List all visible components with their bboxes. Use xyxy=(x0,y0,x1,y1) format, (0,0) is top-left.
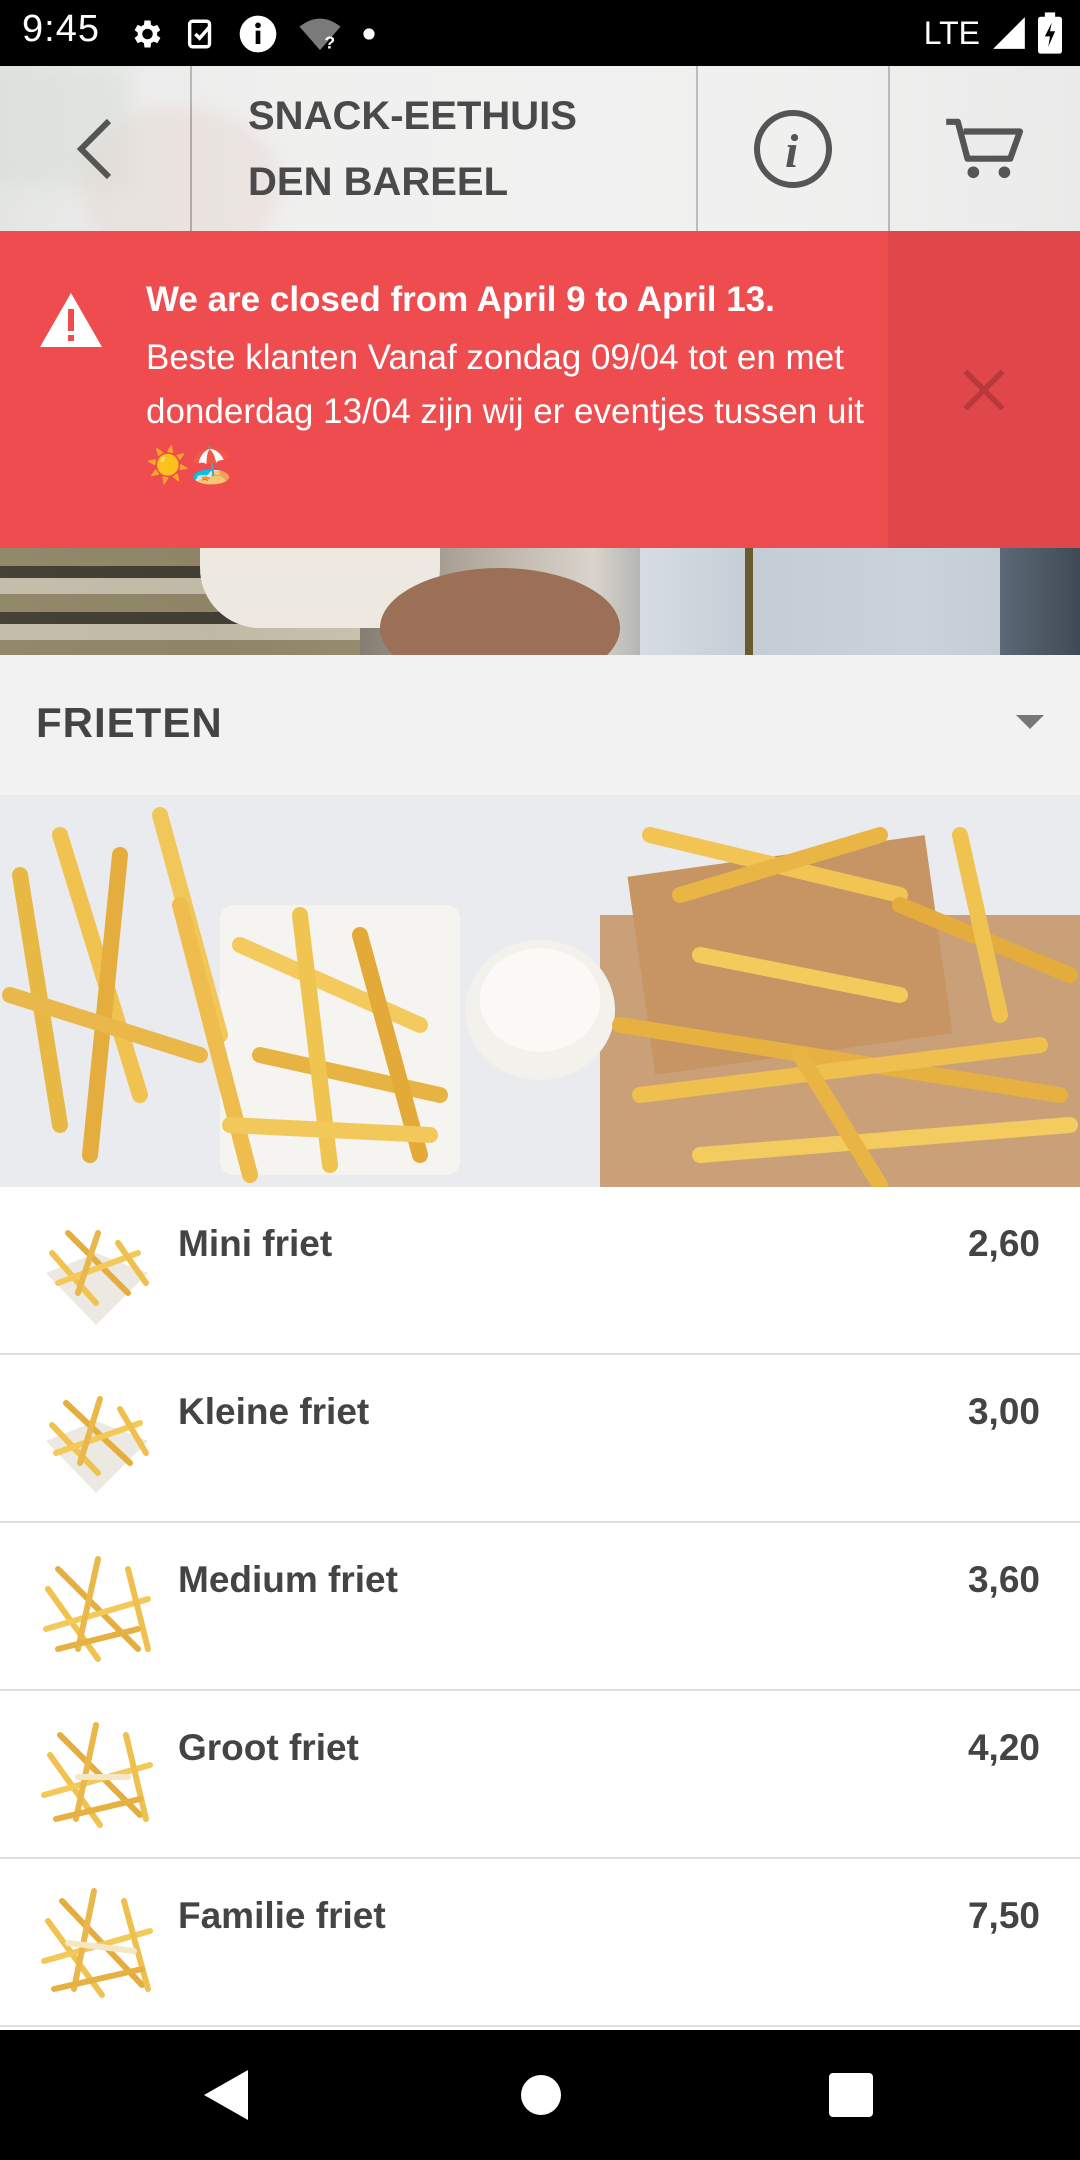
product-price: 7,50 xyxy=(967,1895,1040,1936)
product-row[interactable]: Familie friet 7,50 xyxy=(0,1859,1080,2027)
alert-title: We are closed from April 9 to April 13. xyxy=(146,280,775,319)
network-type: LTE xyxy=(923,14,980,51)
fries-thumbnail xyxy=(41,1722,153,1828)
wifi-question-icon: ? xyxy=(299,18,341,52)
fries-thumbnail xyxy=(43,1556,151,1662)
product-row[interactable]: Mini friet 2,60 xyxy=(0,1187,1080,1355)
info-icon: i xyxy=(754,109,832,188)
nav-home-icon[interactable] xyxy=(521,2075,561,2115)
signal-icon xyxy=(993,17,1025,49)
back-button[interactable] xyxy=(0,66,190,231)
alert-message: Beste klanten Vanaf zondag 09/04 tot en … xyxy=(146,338,864,485)
restaurant-title-cell: SNACK-EETHUIS DEN BAREEL xyxy=(192,66,696,231)
product-price: 3,00 xyxy=(967,1391,1040,1432)
battery-icon xyxy=(1038,12,1062,54)
close-icon xyxy=(963,368,1005,411)
clipboard-check-icon xyxy=(187,19,212,49)
dropdown-arrow-icon xyxy=(1016,715,1044,729)
restaurant-photo xyxy=(0,548,1080,655)
product-name: Kleine friet xyxy=(178,1391,370,1432)
nav-recents-icon[interactable] xyxy=(829,2073,873,2117)
closure-alert: We are closed from April 9 to April 13. … xyxy=(0,231,1080,548)
info-button[interactable]: i xyxy=(698,66,888,231)
category-title: FRIETEN xyxy=(36,699,223,746)
product-name: Medium friet xyxy=(178,1559,398,1600)
alert-close-button[interactable] xyxy=(888,231,1080,548)
product-row[interactable]: Groot friet 4,20 xyxy=(0,1691,1080,1859)
status-icons-right: LTE xyxy=(924,10,1062,56)
product-list: Mini friet 2,60 Kleine friet 3,00 Medium… xyxy=(0,1187,1080,2027)
status-bar: 9:45 ? LTE xyxy=(0,0,1080,66)
fries-thumbnail xyxy=(41,1888,153,1998)
product-price: 4,20 xyxy=(967,1727,1040,1768)
info-circle-icon xyxy=(239,15,277,53)
product-row[interactable]: Medium friet 3,60 xyxy=(0,1523,1080,1691)
nav-back-icon[interactable] xyxy=(204,2070,248,2120)
dot-icon xyxy=(363,28,375,40)
product-name: Familie friet xyxy=(178,1895,386,1936)
svg-text:i: i xyxy=(785,125,799,178)
cart-icon xyxy=(946,118,1024,178)
status-icons-left: ? xyxy=(128,12,376,56)
status-time: 9:45 xyxy=(22,8,100,50)
product-price: 2,60 xyxy=(967,1223,1040,1264)
category-header-frieten[interactable]: FRIETEN xyxy=(0,655,1080,795)
warning-icon xyxy=(40,293,102,347)
category-banner-image xyxy=(0,795,1080,1187)
product-row[interactable]: Kleine friet 3,00 xyxy=(0,1355,1080,1523)
fries-thumbnail xyxy=(46,1396,149,1493)
system-navigation-bar xyxy=(0,2030,1080,2160)
cart-button[interactable] xyxy=(890,66,1080,231)
toolbar: SNACK-EETHUIS DEN BAREEL i xyxy=(0,66,1080,231)
svg-text:?: ? xyxy=(324,33,335,52)
chevron-left-icon xyxy=(76,118,112,179)
product-name: Groot friet xyxy=(178,1727,359,1768)
page-title: SNACK-EETHUIS DEN BAREEL xyxy=(248,93,577,204)
fries-thumbnail xyxy=(46,1230,149,1325)
product-price: 3,60 xyxy=(967,1559,1040,1600)
product-name: Mini friet xyxy=(178,1223,333,1264)
gear-icon xyxy=(134,20,161,48)
